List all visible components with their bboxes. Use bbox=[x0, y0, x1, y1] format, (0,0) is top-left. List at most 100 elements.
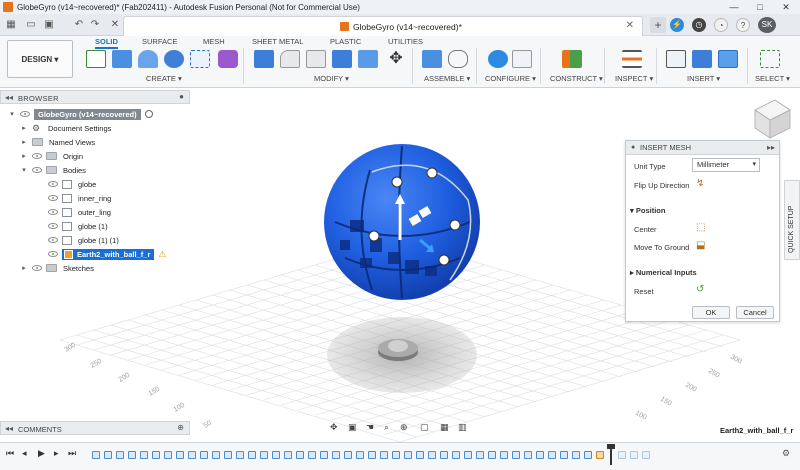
timeline-feature[interactable] bbox=[152, 451, 160, 459]
move-copy-icon[interactable]: ✥ bbox=[386, 50, 406, 68]
account-avatar[interactable]: SK bbox=[758, 17, 776, 33]
timeline-feature[interactable] bbox=[584, 451, 592, 459]
timeline-feature-suppressed[interactable] bbox=[642, 451, 650, 459]
dialog-collapse-icon[interactable]: ● bbox=[631, 141, 635, 155]
timeline-feature[interactable] bbox=[176, 451, 184, 459]
center-icon[interactable]: ⬚ bbox=[696, 222, 705, 233]
timeline-feature[interactable] bbox=[488, 451, 496, 459]
expand-arrow-icon[interactable]: ▸ bbox=[20, 152, 28, 160]
play-icon[interactable]: ▶ bbox=[38, 448, 45, 459]
timeline-feature[interactable] bbox=[104, 451, 112, 459]
chamfer-icon[interactable] bbox=[306, 50, 326, 68]
document-tab[interactable]: GlobeGyro (v14~recovered)* ✕ bbox=[123, 16, 643, 36]
timeline-feature[interactable] bbox=[116, 451, 124, 459]
ok-button[interactable]: OK bbox=[692, 306, 730, 319]
move-to-ground-icon[interactable]: ⬓ bbox=[696, 240, 705, 251]
timeline-feature[interactable] bbox=[296, 451, 304, 459]
browser-item-named-views[interactable]: ▸ Named Views bbox=[20, 135, 193, 149]
expand-dialog-icon[interactable]: ▸▸ bbox=[767, 141, 775, 155]
timeline-feature-suppressed[interactable] bbox=[630, 451, 638, 459]
browser-item-document-settings[interactable]: ▸ ⚙ Document Settings bbox=[20, 121, 193, 135]
body-item[interactable]: inner_ring bbox=[44, 191, 193, 205]
file-menu-icon[interactable]: ▭ bbox=[24, 17, 38, 33]
timeline-feature[interactable] bbox=[248, 451, 256, 459]
create-group[interactable]: CREATE ▾ bbox=[146, 74, 182, 83]
form-icon[interactable] bbox=[218, 50, 238, 68]
timeline-feature[interactable] bbox=[464, 451, 472, 459]
collapse-icon[interactable]: ◂◂ bbox=[5, 424, 13, 433]
tab-mesh[interactable]: MESH bbox=[203, 37, 225, 46]
timeline-feature[interactable] bbox=[260, 451, 268, 459]
visibility-icon[interactable] bbox=[20, 111, 30, 117]
body-item[interactable]: outer_ling bbox=[44, 205, 193, 219]
timeline-feature[interactable] bbox=[380, 451, 388, 459]
configure-group[interactable]: CONFIGURE ▾ bbox=[485, 74, 536, 83]
browser-header[interactable]: ◂◂ BROWSER ● bbox=[0, 90, 190, 104]
body-item[interactable]: globe bbox=[44, 177, 193, 191]
visibility-icon[interactable] bbox=[48, 181, 58, 187]
position-section[interactable]: ▾ Position bbox=[630, 206, 665, 215]
data-panel-grid-icon[interactable]: ▦ bbox=[4, 17, 18, 33]
job-status-icon[interactable]: ◷ bbox=[692, 18, 706, 32]
timeline-feature[interactable] bbox=[452, 451, 460, 459]
timeline-feature[interactable] bbox=[200, 451, 208, 459]
timeline-feature[interactable] bbox=[500, 451, 508, 459]
timeline-feature[interactable] bbox=[212, 451, 220, 459]
fillet-icon[interactable] bbox=[280, 50, 300, 68]
expand-arrow-icon[interactable]: ▾ bbox=[8, 110, 16, 118]
shell-icon[interactable] bbox=[332, 50, 352, 68]
timeline-feature[interactable] bbox=[548, 451, 556, 459]
press-pull-icon[interactable] bbox=[254, 50, 274, 68]
combine-icon[interactable] bbox=[358, 50, 378, 68]
timeline-feature[interactable] bbox=[272, 451, 280, 459]
insert-mesh-icon[interactable] bbox=[692, 50, 712, 68]
redo-icon[interactable]: ↷ bbox=[88, 17, 102, 33]
timeline-feature[interactable] bbox=[368, 451, 376, 459]
quick-setup-tab[interactable]: QUICK SETUP bbox=[784, 180, 800, 260]
expand-arrow-icon[interactable]: ▸ bbox=[20, 264, 28, 272]
expand-arrow-icon[interactable]: ▸ bbox=[20, 124, 28, 132]
cancel-button[interactable]: Cancel bbox=[736, 306, 774, 319]
visibility-icon[interactable] bbox=[48, 223, 58, 229]
dialog-header[interactable]: ● INSERT MESH ▸▸ bbox=[626, 141, 779, 155]
timeline-feature[interactable] bbox=[140, 451, 148, 459]
timeline-feature-mesh[interactable] bbox=[596, 451, 604, 459]
reset-icon[interactable]: ↺ bbox=[696, 284, 704, 295]
expand-arrow-icon[interactable]: ▸ bbox=[20, 138, 28, 146]
unit-type-select[interactable]: Millimeter ▾ bbox=[692, 158, 760, 172]
new-component-icon[interactable] bbox=[422, 50, 442, 68]
save-icon[interactable]: ▣ bbox=[42, 17, 56, 33]
visibility-icon[interactable] bbox=[48, 195, 58, 201]
construct-group[interactable]: CONSTRUCT ▾ bbox=[550, 74, 603, 83]
expand-arrow-icon[interactable]: ▾ bbox=[20, 166, 28, 174]
workspace-switcher[interactable]: DESIGN ▾ bbox=[7, 40, 73, 78]
timeline-marker-handle[interactable] bbox=[607, 444, 615, 449]
measure-icon[interactable] bbox=[622, 50, 642, 68]
select-group[interactable]: SELECT ▾ bbox=[755, 74, 790, 83]
visibility-icon[interactable] bbox=[48, 237, 58, 243]
select-icon[interactable] bbox=[760, 50, 780, 68]
hole-icon[interactable] bbox=[164, 50, 184, 68]
timeline-settings-icon[interactable]: ⚙ bbox=[782, 448, 790, 459]
comments-panel[interactable]: ◂◂ COMMENTS ⊕ bbox=[0, 421, 190, 435]
assemble-group[interactable]: ASSEMBLE ▾ bbox=[424, 74, 470, 83]
configuration-table-icon[interactable] bbox=[512, 50, 532, 68]
activate-radio-icon[interactable] bbox=[144, 110, 153, 118]
timeline-feature[interactable] bbox=[416, 451, 424, 459]
close-document-icon[interactable]: ✕ bbox=[108, 17, 122, 33]
selected-body-chip[interactable]: Earth2_with_ball_f_r bbox=[62, 248, 155, 260]
configure-icon[interactable] bbox=[488, 50, 508, 68]
undo-icon[interactable]: ↶ bbox=[72, 17, 86, 33]
timeline-feature[interactable] bbox=[524, 451, 532, 459]
go-to-end-icon[interactable]: ⏭ bbox=[68, 448, 76, 459]
timeline-feature[interactable] bbox=[404, 451, 412, 459]
timeline-feature[interactable] bbox=[236, 451, 244, 459]
timeline-feature[interactable] bbox=[320, 451, 328, 459]
timeline-feature[interactable] bbox=[392, 451, 400, 459]
tab-sheet-metal[interactable]: SHEET METAL bbox=[252, 37, 303, 46]
warning-icon[interactable]: ⚠ bbox=[158, 249, 166, 260]
timeline-feature[interactable] bbox=[332, 451, 340, 459]
insert-derive-icon[interactable] bbox=[666, 50, 686, 68]
timeline-feature[interactable] bbox=[512, 451, 520, 459]
step-forward-icon[interactable]: ▸ bbox=[54, 448, 59, 459]
